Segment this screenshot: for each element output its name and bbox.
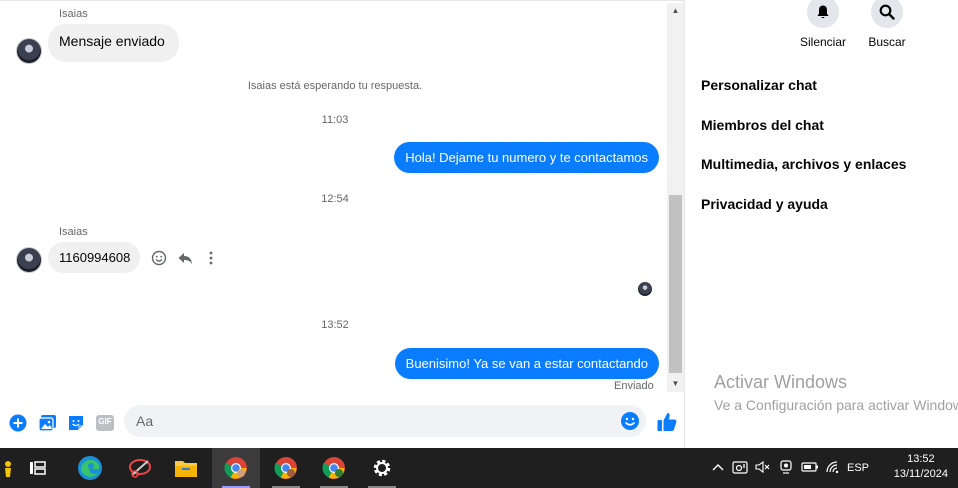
gif-label: GIF (98, 417, 112, 426)
chat-thread: Isaias Mensaje enviado Isaias está esper… (0, 0, 685, 448)
scroll-down-arrow[interactable]: ▼ (667, 376, 684, 392)
mute-label: Silenciar (799, 35, 847, 49)
read-receipt-avatar (638, 282, 652, 296)
message-text: 1160994608 (59, 250, 131, 265)
battery-icon[interactable] (798, 461, 822, 476)
gif-icon[interactable]: GIF (94, 413, 116, 433)
scrollbar[interactable]: ▲ ▼ (667, 3, 684, 392)
clock[interactable]: 13:52 13/11/2024 (894, 452, 948, 482)
language-indicator[interactable]: ESP (844, 462, 872, 474)
chrome-icon[interactable] (212, 448, 260, 488)
activate-windows-title: Activar Windows (714, 372, 848, 392)
chevron-up-icon[interactable] (708, 461, 728, 475)
mute-button[interactable]: Silenciar (788, 0, 858, 49)
sender-name: Isaias (59, 226, 88, 238)
divider (0, 0, 685, 1)
chat-members-item[interactable]: Miembros del chat (701, 117, 824, 133)
settings-gear-icon[interactable] (358, 448, 406, 488)
plus-circle-icon[interactable] (8, 413, 28, 433)
incoming-message[interactable]: Mensaje enviado (48, 24, 179, 62)
chrome-profile-icon[interactable] (262, 448, 310, 488)
message-composer: GIF (0, 396, 685, 448)
outgoing-message[interactable]: Hola! Dejame tu numero y te contactamos (394, 142, 659, 173)
timestamp: 13:52 (321, 319, 349, 331)
sent-status: Enviado (614, 380, 654, 392)
system-tray: ESP (708, 448, 872, 488)
media-files-links-item[interactable]: Multimedia, archivos y enlaces (701, 156, 906, 172)
search-label: Buscar (868, 35, 906, 49)
scroll-up-arrow[interactable]: ▲ (667, 3, 684, 19)
sender-name: Isaias (59, 8, 88, 20)
timestamp: 11:03 (321, 114, 349, 126)
activate-windows-subtitle: Ve a Configuración para activar Windows. (714, 397, 958, 413)
image-icon[interactable] (37, 413, 57, 433)
message-text: Buenisimo! Ya se van a estar contactando (405, 356, 648, 371)
scrollbar-thumb[interactable] (669, 195, 682, 373)
clock-time: 13:52 (907, 453, 935, 465)
search-icon (871, 0, 903, 28)
emoji-icon[interactable] (620, 411, 640, 431)
message-input-box[interactable] (124, 405, 646, 437)
chrome-profile-t-icon[interactable] (310, 448, 358, 488)
message-text: Hola! Dejame tu numero y te contactamos (405, 150, 648, 165)
customize-chat-item[interactable]: Personalizar chat (701, 77, 817, 93)
message-text: Mensaje enviado (59, 33, 165, 49)
wifi-icon[interactable] (822, 460, 844, 477)
camera-alert-icon[interactable] (728, 460, 752, 477)
thumbs-up-icon[interactable] (656, 411, 678, 433)
waiting-note: Isaias está esperando tu respuesta. (247, 80, 423, 92)
react-icon[interactable] (151, 250, 167, 270)
more-options-icon[interactable] (203, 250, 219, 270)
task-view-icon[interactable] (14, 448, 62, 488)
outgoing-message[interactable]: Buenisimo! Ya se van a estar contactando (394, 348, 659, 379)
avatar[interactable] (16, 247, 42, 273)
message-input[interactable] (124, 405, 604, 437)
screen: Isaias Mensaje enviado Isaias está esper… (0, 0, 958, 488)
reply-icon[interactable] (177, 250, 193, 270)
sticker-icon[interactable] (66, 413, 86, 433)
avatar[interactable] (16, 38, 42, 64)
taskbar: ESP 13:52 13/11/2024 (0, 448, 958, 488)
volume-muted-icon[interactable] (752, 460, 774, 477)
timestamp: 12:54 (321, 193, 349, 205)
edge-browser-icon[interactable] (66, 448, 114, 488)
snipping-tool-icon[interactable] (116, 448, 164, 488)
search-button[interactable]: Buscar (852, 0, 922, 49)
file-explorer-icon[interactable] (162, 448, 210, 488)
incoming-message[interactable]: 1160994608 (48, 242, 141, 273)
bell-icon (807, 0, 839, 28)
clock-date: 13/11/2024 (893, 468, 948, 480)
message-actions (151, 250, 219, 270)
privacy-help-item[interactable]: Privacidad y ayuda (701, 196, 828, 212)
webcam-icon[interactable] (774, 459, 798, 477)
